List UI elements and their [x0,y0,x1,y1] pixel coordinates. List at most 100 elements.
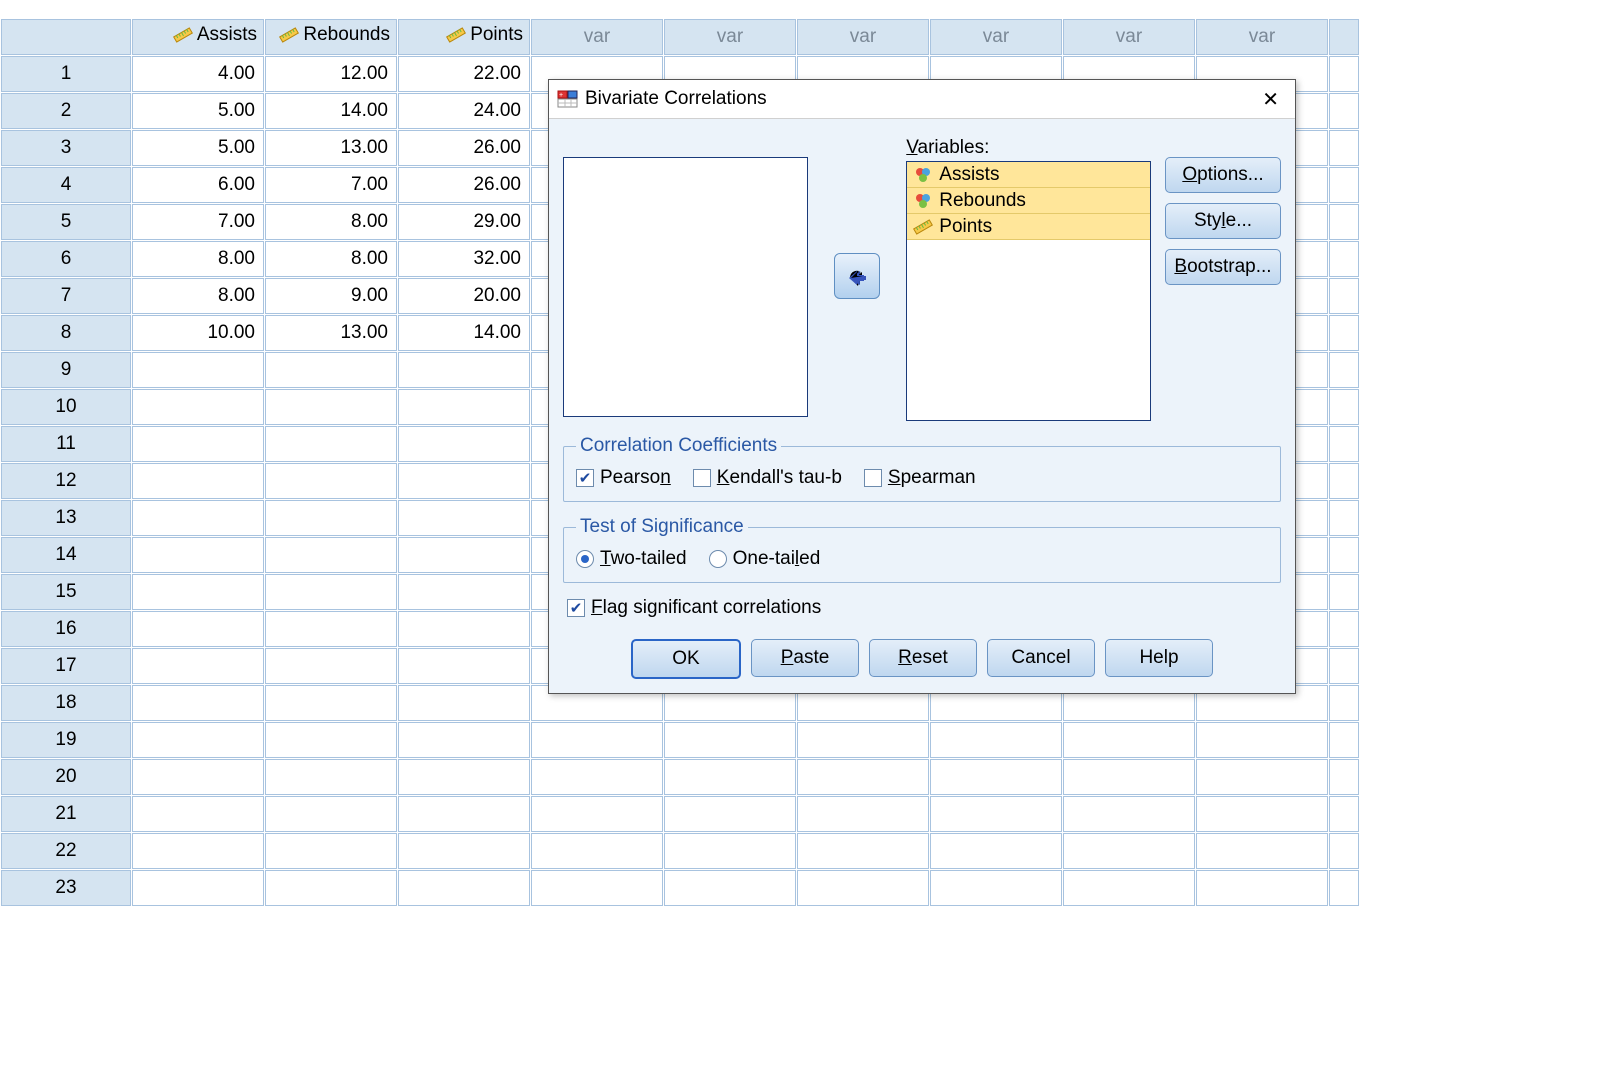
data-cell[interactable] [398,833,530,869]
close-icon[interactable]: ✕ [1256,83,1285,116]
kendall-checkbox[interactable]: Kendall's tau-b [693,467,842,489]
data-cell[interactable] [398,796,530,832]
variable-item-rebounds[interactable]: Rebounds [907,188,1150,214]
row-header[interactable]: 20 [1,759,131,795]
data-cell[interactable] [1063,796,1195,832]
data-cell[interactable] [1196,759,1328,795]
row-header[interactable]: 3 [1,130,131,166]
column-header-assists[interactable]: Assists [132,19,264,55]
column-header-empty[interactable]: var [797,19,929,55]
data-cell[interactable] [398,500,530,536]
data-cell[interactable]: 5.00 [132,130,264,166]
data-cell[interactable] [398,537,530,573]
data-cell[interactable]: 24.00 [398,93,530,129]
data-cell[interactable] [664,870,796,906]
data-cell[interactable] [797,870,929,906]
data-cell[interactable] [398,463,530,499]
data-cell[interactable]: 12.00 [265,56,397,92]
data-cell[interactable]: 26.00 [398,130,530,166]
data-cell[interactable]: 8.00 [265,241,397,277]
data-cell[interactable] [132,648,264,684]
data-cell[interactable] [132,722,264,758]
data-cell[interactable] [1196,796,1328,832]
flag-significant-checkbox[interactable]: Flag significant correlations [567,597,821,619]
data-cell[interactable] [1329,759,1359,795]
data-cell[interactable]: 26.00 [398,167,530,203]
data-cell[interactable]: 13.00 [265,130,397,166]
data-cell[interactable] [1329,722,1359,758]
data-cell[interactable] [265,463,397,499]
row-header[interactable]: 14 [1,537,131,573]
row-header[interactable]: 21 [1,796,131,832]
data-cell[interactable] [265,537,397,573]
column-header-empty[interactable]: var [930,19,1062,55]
data-cell[interactable]: 29.00 [398,204,530,240]
column-header-points[interactable]: Points [398,19,530,55]
data-cell[interactable] [398,352,530,388]
data-cell[interactable] [398,685,530,721]
row-header[interactable]: 16 [1,611,131,647]
data-cell[interactable] [1063,870,1195,906]
data-cell[interactable] [398,759,530,795]
data-cell[interactable] [132,537,264,573]
data-cell[interactable] [1329,537,1359,573]
data-cell[interactable] [664,759,796,795]
data-cell[interactable] [398,648,530,684]
data-cell[interactable] [398,389,530,425]
data-cell[interactable] [1329,611,1359,647]
row-header[interactable]: 18 [1,685,131,721]
move-variable-button[interactable] [834,253,880,299]
row-header[interactable]: 6 [1,241,131,277]
row-header[interactable]: 15 [1,574,131,610]
row-header[interactable]: 1 [1,56,131,92]
column-header-rebounds[interactable]: Rebounds [265,19,397,55]
data-cell[interactable]: 14.00 [265,93,397,129]
row-header[interactable]: 17 [1,648,131,684]
data-cell[interactable] [1329,93,1359,129]
data-cell[interactable]: 8.00 [265,204,397,240]
data-cell[interactable] [398,870,530,906]
data-cell[interactable] [930,722,1062,758]
data-cell[interactable] [1329,463,1359,499]
data-cell[interactable]: 7.00 [265,167,397,203]
data-cell[interactable]: 9.00 [265,278,397,314]
data-cell[interactable] [132,352,264,388]
data-cell[interactable] [1329,648,1359,684]
column-header-empty[interactable]: var [664,19,796,55]
data-cell[interactable] [265,389,397,425]
data-cell[interactable] [1329,426,1359,462]
row-header[interactable]: 4 [1,167,131,203]
spearman-checkbox[interactable]: Spearman [864,467,976,489]
row-header[interactable]: 5 [1,204,131,240]
data-cell[interactable] [797,722,929,758]
data-cell[interactable] [265,722,397,758]
data-cell[interactable] [1329,870,1359,906]
data-cell[interactable] [797,833,929,869]
data-cell[interactable] [265,426,397,462]
data-cell[interactable] [1329,315,1359,351]
data-cell[interactable] [1063,759,1195,795]
bootstrap-button[interactable]: Bootstrap... [1165,249,1281,285]
row-header[interactable]: 19 [1,722,131,758]
data-cell[interactable] [1329,130,1359,166]
data-cell[interactable] [1329,278,1359,314]
row-header[interactable]: 9 [1,352,131,388]
data-cell[interactable] [1329,500,1359,536]
data-cell[interactable]: 13.00 [265,315,397,351]
data-cell[interactable] [398,611,530,647]
row-header[interactable]: 22 [1,833,131,869]
data-cell[interactable]: 10.00 [132,315,264,351]
dialog-titlebar[interactable]: + Bivariate Correlations ✕ [549,80,1295,119]
data-cell[interactable] [797,759,929,795]
data-cell[interactable] [265,759,397,795]
data-cell[interactable] [132,796,264,832]
ok-button[interactable]: OK [631,639,741,679]
paste-button[interactable]: Paste [751,639,859,677]
row-header[interactable]: 10 [1,389,131,425]
data-cell[interactable] [132,426,264,462]
data-cell[interactable] [531,722,663,758]
data-cell[interactable] [1196,833,1328,869]
data-cell[interactable] [132,574,264,610]
data-cell[interactable] [132,463,264,499]
data-cell[interactable] [265,648,397,684]
